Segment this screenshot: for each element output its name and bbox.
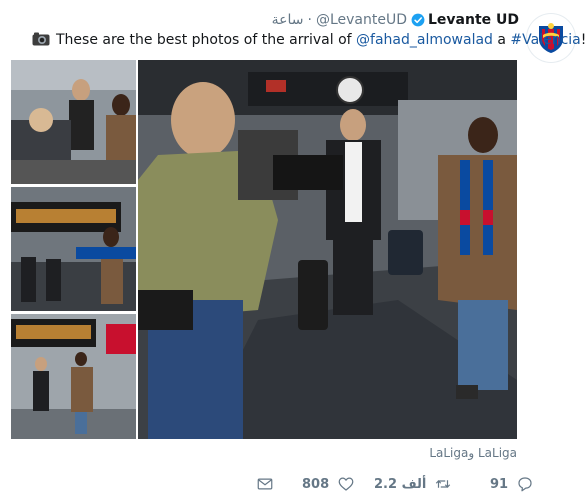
verified-badge-icon (411, 13, 425, 27)
like-action[interactable]: 808 (302, 474, 355, 494)
tweet-text-part: a (492, 32, 511, 48)
heart-icon (338, 477, 354, 491)
envelope-icon (257, 478, 273, 490)
camera-emoji-icon (32, 32, 50, 46)
mention-link[interactable]: @fahad_almowalad (356, 32, 493, 48)
tweet-card[interactable]: ساعة · @LevanteUD Levante UD These are t… (0, 0, 587, 504)
media-attribution[interactable]: LaLigaو LaLiga (429, 446, 517, 460)
tweet-photo-main[interactable] (138, 60, 517, 439)
tweet-header: ساعة · @LevanteUD Levante UD (272, 10, 519, 30)
display-name[interactable]: Levante UD (428, 12, 519, 28)
tweet-text-part: !! (580, 32, 587, 48)
tweet-text-part: These are the best photos of the arrival… (56, 32, 357, 48)
reply-action[interactable]: 91 (490, 474, 534, 494)
tweet-photo-2[interactable] (11, 187, 136, 311)
retweet-count: 2.2 ألف (374, 476, 427, 492)
tweet-text: These are the best photos of the arrival… (32, 31, 587, 49)
like-count: 808 (302, 476, 330, 492)
tweet-actions: 91 2.2 ألف 808 (0, 470, 587, 498)
timestamp[interactable]: ساعة (272, 12, 304, 28)
reply-icon (518, 477, 532, 492)
retweet-icon (436, 480, 451, 488)
reply-count: 91 (490, 476, 509, 492)
hashtag-link[interactable]: #Valencia (510, 32, 580, 48)
retweet-action[interactable]: 2.2 ألف (374, 474, 452, 494)
user-handle[interactable]: @LevanteUD (316, 12, 407, 28)
tweet-photo-1[interactable] (11, 60, 136, 184)
separator-dot: · (307, 12, 312, 28)
dm-action[interactable] (256, 474, 274, 494)
tweet-photo-3[interactable] (11, 314, 136, 439)
